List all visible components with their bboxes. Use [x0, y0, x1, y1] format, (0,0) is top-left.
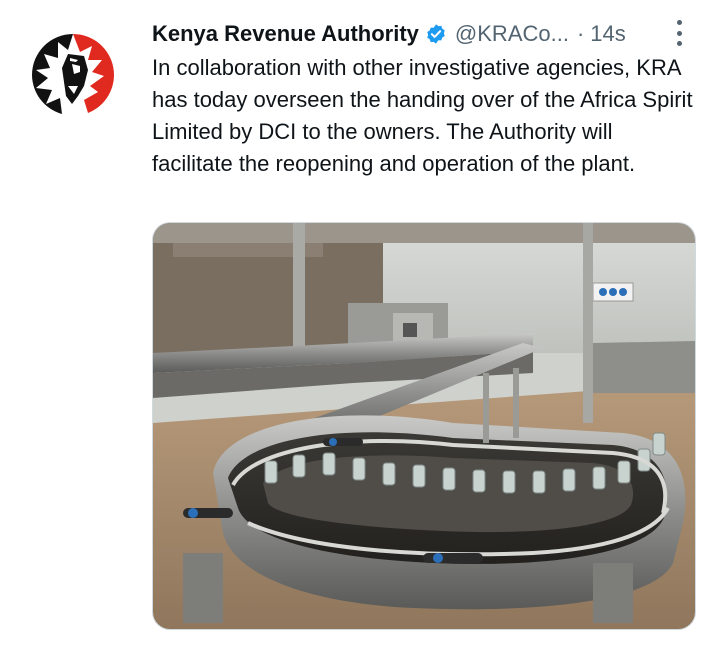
separator: ·	[576, 21, 585, 46]
kra-lion-logo-icon	[29, 31, 117, 119]
author-handle[interactable]: @KRACo...	[455, 21, 569, 47]
more-options-icon[interactable]	[672, 20, 686, 46]
tweet-text: In collaboration with other investigativ…	[152, 55, 693, 176]
verified-badge-icon	[427, 24, 445, 44]
tweet-media-photo[interactable]	[152, 222, 696, 630]
avatar[interactable]	[28, 30, 118, 120]
author-name[interactable]: Kenya Revenue Authority	[152, 21, 419, 47]
tweet-header: Kenya Revenue Authority @KRACo... · 14s	[152, 18, 680, 50]
factory-bottle-conveyor-photo-icon	[153, 223, 695, 629]
tweet-card[interactable]: Kenya Revenue Authority @KRACo... · 14s …	[0, 0, 720, 646]
tweet-timestamp[interactable]: 14s	[590, 21, 625, 47]
